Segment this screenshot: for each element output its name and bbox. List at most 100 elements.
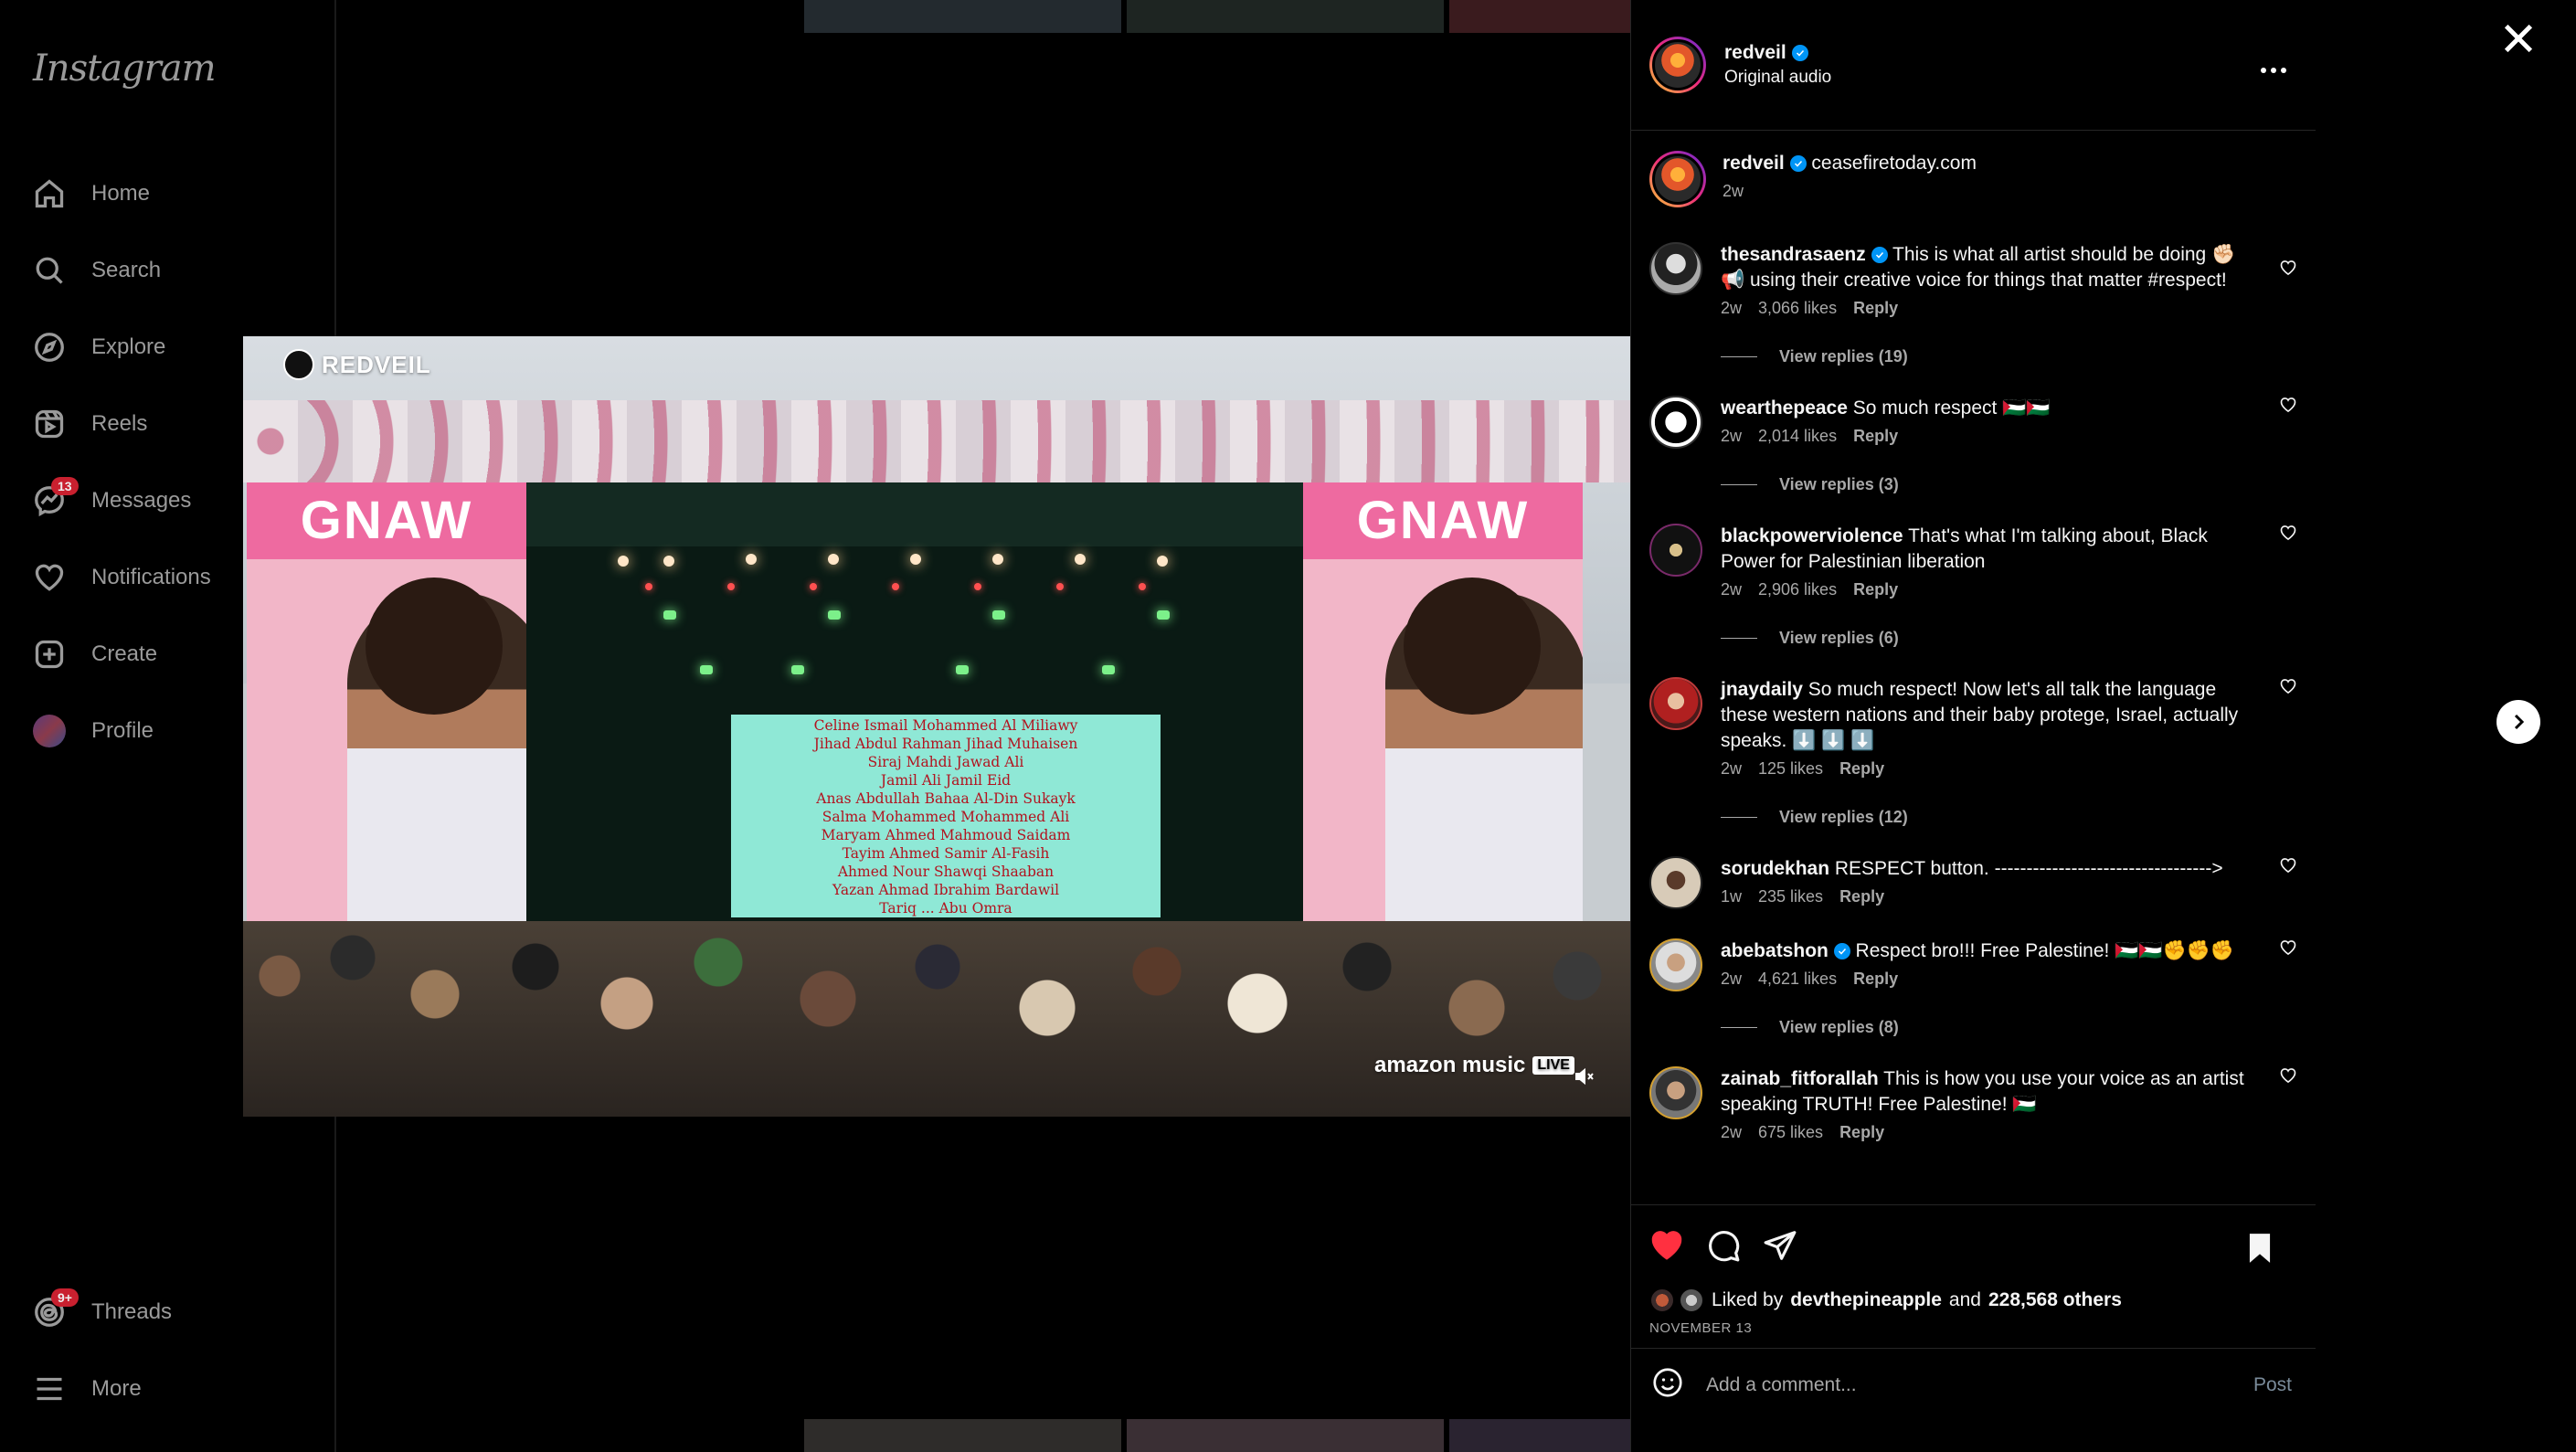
likes-summary: Liked by devthepineapple and 228,568 oth… (1649, 1288, 2297, 1313)
comment-button[interactable] (1706, 1228, 1741, 1267)
sidebar-item-search[interactable]: Search (31, 232, 323, 309)
close-button[interactable] (2500, 20, 2537, 57)
comment-likes[interactable]: 4,621 likes (1758, 970, 1837, 989)
comment-username[interactable]: zainab_fitforallah (1721, 1068, 1879, 1089)
reply-button[interactable]: Reply (1839, 759, 1884, 779)
sidebar-item-more[interactable]: More (31, 1351, 323, 1427)
comment-text: So much respect 🇵🇸🇵🇸 (1852, 397, 2051, 419)
comment-likes[interactable]: 3,066 likes (1758, 299, 1837, 318)
view-replies-label: View replies (6) (1779, 629, 1899, 647)
audio-link[interactable]: Original audio (1724, 68, 1831, 88)
comment-username[interactable]: sorudekhan (1721, 858, 1829, 879)
comment-likes[interactable]: 235 likes (1758, 887, 1823, 906)
commenter-avatar[interactable] (1649, 856, 1702, 909)
comment-item: wearthepeace So much respect 🇵🇸🇵🇸 2w 2,0… (1649, 396, 2297, 494)
save-button[interactable] (2242, 1231, 2277, 1270)
liked-by-others[interactable]: 228,568 others (1988, 1289, 2122, 1311)
comment-like-button[interactable] (2279, 677, 2297, 695)
liked-by-user[interactable]: devthepineapple (1790, 1289, 1942, 1311)
sidebar-item-threads[interactable]: 9+ Threads (31, 1274, 323, 1351)
screen-line: Jamil Ali Jamil Eid (880, 772, 1012, 789)
hamburger-icon (31, 1371, 68, 1407)
side-screen-left: GNAW (247, 482, 526, 939)
comment-like-button[interactable] (2279, 396, 2297, 414)
post-caption: redveil ceasefiretoday.com 2w (1649, 151, 2297, 207)
emoji-button[interactable] (1651, 1366, 1684, 1404)
comment-username[interactable]: blackpowerviolence (1721, 525, 1903, 546)
caption-username[interactable]: redveil (1723, 153, 1785, 174)
grid-tile (804, 0, 1121, 33)
grid-tile (804, 1419, 1121, 1452)
heart-outline-icon (2280, 1068, 2296, 1084)
comment-likes[interactable]: 2,906 likes (1758, 580, 1837, 599)
screen-line: Salma Mohammed Mohammed Ali (822, 809, 1070, 825)
post-comment-button[interactable]: Post (2253, 1374, 2292, 1396)
heart-outline-icon (2280, 858, 2296, 874)
author-avatar[interactable] (1649, 37, 1706, 93)
reply-button[interactable]: Reply (1853, 427, 1898, 446)
comment-username[interactable]: abebatshon (1721, 940, 1829, 961)
comment-time: 2w (1721, 580, 1743, 599)
reels-icon (31, 406, 68, 442)
comment-username[interactable]: wearthepeace (1721, 397, 1848, 419)
commenter-avatar[interactable] (1649, 242, 1702, 295)
comment-like-button[interactable] (2279, 1066, 2297, 1085)
view-replies-label: View replies (3) (1779, 475, 1899, 493)
like-button[interactable] (1649, 1228, 1684, 1267)
comment-like-button[interactable] (2279, 938, 2297, 957)
video-player[interactable]: GNAW GNAW Celine Ismail Mohammed Al Mili… (243, 336, 1630, 1117)
comment-like-button[interactable] (2279, 259, 2297, 277)
plus-square-icon (31, 636, 68, 673)
verified-badge-icon (1833, 943, 1850, 959)
commenter-avatar[interactable] (1649, 938, 1702, 991)
messages-badge: 13 (51, 477, 79, 495)
commenter-avatar[interactable] (1649, 1066, 1702, 1119)
comment-likes[interactable]: 125 likes (1758, 759, 1823, 779)
reply-button[interactable]: Reply (1853, 299, 1898, 318)
view-replies-button[interactable]: View replies (6) (1721, 629, 2251, 648)
view-replies-button[interactable]: View replies (3) (1721, 475, 2251, 494)
view-replies-button[interactable]: View replies (19) (1721, 347, 2251, 366)
emoji-icon (1653, 1368, 1682, 1397)
messenger-icon: 13 (31, 477, 79, 519)
screen-line: Celine Ismail Mohammed Al Miliawy (813, 717, 1078, 734)
sidebar-item-label: Explore (91, 334, 166, 359)
view-replies-label: View replies (8) (1779, 1018, 1899, 1036)
comments-list[interactable]: redveil ceasefiretoday.com 2w thesandras… (1631, 132, 2316, 1200)
caption-avatar[interactable] (1649, 151, 1706, 207)
heart-filled-icon (1651, 1230, 1682, 1260)
reply-button[interactable]: Reply (1853, 580, 1898, 599)
instagram-logo[interactable]: Instagram (33, 48, 217, 90)
comment-item: zainab_fitforallah This is how you use y… (1649, 1066, 2297, 1142)
reply-button[interactable]: Reply (1839, 1123, 1884, 1142)
comment-time: 2w (1721, 299, 1743, 317)
paper-plane-icon (1764, 1230, 1797, 1260)
author-username[interactable]: redveil (1724, 42, 1786, 64)
comment-likes[interactable]: 2,014 likes (1758, 427, 1837, 446)
more-options-button[interactable] (2261, 68, 2286, 73)
comment-username[interactable]: thesandrasaenz (1721, 244, 1866, 265)
add-comment-bar: Post (1631, 1348, 2316, 1421)
sidebar-item-label: Home (91, 181, 151, 206)
sidebar-item-label: Create (91, 641, 158, 666)
stage-truss (243, 400, 1630, 482)
comment-input[interactable] (1706, 1373, 2253, 1396)
sidebar-item-home[interactable]: Home (31, 155, 323, 232)
comment-like-button[interactable] (2279, 524, 2297, 542)
reply-button[interactable]: Reply (1853, 970, 1898, 989)
view-replies-button[interactable]: View replies (8) (1721, 1018, 2251, 1037)
reply-button[interactable]: Reply (1839, 887, 1884, 906)
comment-username[interactable]: jnaydaily (1721, 679, 1803, 700)
commenter-avatar[interactable] (1649, 524, 1702, 577)
liker-avatar (1649, 1288, 1675, 1313)
view-replies-button[interactable]: View replies (12) (1721, 808, 2251, 827)
share-button[interactable] (1763, 1228, 1797, 1267)
next-post-button[interactable] (2496, 700, 2540, 744)
mute-button[interactable] (1574, 1065, 1595, 1087)
heart-icon (31, 559, 68, 596)
commenter-avatar[interactable] (1649, 396, 1702, 449)
comment-likes[interactable]: 675 likes (1758, 1123, 1823, 1142)
commenter-avatar[interactable] (1649, 677, 1702, 730)
comment-like-button[interactable] (2279, 856, 2297, 874)
heart-outline-icon (2280, 260, 2296, 276)
